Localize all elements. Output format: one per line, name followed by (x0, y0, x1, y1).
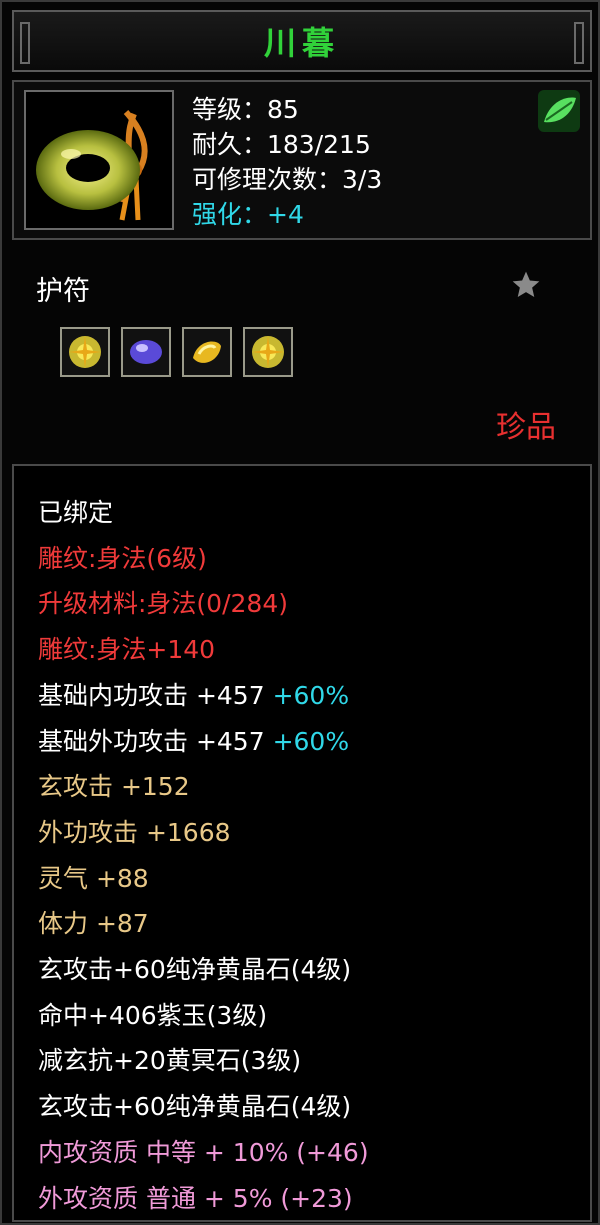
attribute-text: 基础外功攻击 +457 (38, 726, 265, 756)
attribute-text: 雕纹:身法(6级) (38, 543, 207, 573)
attribute-text: 升级材料:身法(0/284) (38, 589, 288, 619)
attribute-text: 命中+406紫玉(3级) (38, 1000, 268, 1030)
attribute-line: 已绑定 (38, 490, 590, 536)
item-stats: 等级：85 耐久：183/215 可修理次数：3/3 强化：+4 (192, 92, 382, 232)
item-summary-panel: 等级：85 耐久：183/215 可修理次数：3/3 强化：+4 (12, 80, 592, 240)
gem-slots (60, 327, 293, 377)
attribute-line: 减玄抗+20黄冥石(3级) (38, 1038, 590, 1084)
star-icon[interactable] (510, 269, 542, 301)
attribute-line: 灵气 +88 (38, 856, 590, 902)
purple-jade-gem-icon[interactable] (121, 327, 171, 377)
item-type-section: 护符 珍品 (12, 247, 592, 462)
attribute-text: 灵气 +88 (38, 863, 149, 893)
attribute-text: 雕纹:身法+140 (38, 635, 216, 665)
attribute-bonus-percent: +60% (264, 680, 350, 710)
rarity-label: 珍品 (496, 410, 556, 445)
item-icon-frame (24, 90, 174, 230)
attribute-line: 雕纹:身法+140 (38, 627, 590, 673)
green-leaf-icon (538, 90, 580, 132)
attribute-text: 体力 +87 (38, 909, 149, 939)
attribute-text: 减玄抗+20黄冥石(3级) (38, 1046, 302, 1076)
attribute-line: 玄攻击+60纯净黄晶石(4级) (38, 1084, 590, 1130)
repair-count-text: 可修理次数：3/3 (192, 165, 383, 194)
attribute-text: 已绑定 (38, 498, 114, 527)
level-text: 等级：85 (192, 95, 299, 124)
yellow-crystal-gem-icon[interactable] (243, 327, 293, 377)
item-name: 川暮 (263, 24, 340, 62)
attribute-bonus-percent: +60% (264, 726, 350, 756)
attribute-line: 雕纹:身法(6级) (38, 536, 590, 582)
attribute-text: 玄攻击+60纯净黄晶石(4级) (38, 1092, 352, 1122)
durability-text: 耐久：183/215 (192, 130, 371, 159)
title-bar: 川暮 (12, 10, 592, 72)
attribute-line: 基础内功攻击 +457 +60% (38, 673, 590, 719)
jade-ring-icon (36, 109, 148, 221)
enhance-text: 强化：+4 (192, 200, 304, 229)
attribute-line: 命中+406紫玉(3级) (38, 993, 590, 1039)
attribute-line: 玄攻击+60纯净黄晶石(4级) (38, 947, 590, 993)
item-type: 护符 (36, 276, 90, 307)
attribute-text: 外功攻击 +1668 (38, 817, 231, 847)
attribute-text: 内攻资质 中等 + 10% (+46) (38, 1137, 369, 1167)
attribute-line: 基础外功攻击 +457 +60% (38, 719, 590, 765)
attribute-line: 外攻资质 普通 + 5% (+23) (38, 1176, 590, 1222)
attribute-text: 基础内功攻击 +457 (38, 680, 265, 710)
yellow-crystal-gem-icon[interactable] (60, 327, 110, 377)
attribute-text: 外攻资质 普通 + 5% (+23) (38, 1183, 353, 1213)
item-tooltip: 川暮 等级：85 耐久：183/215 可修理次数：3/3 强化：+4 护符 珍… (0, 0, 600, 1225)
attribute-list: 已绑定雕纹:身法(6级) 升级材料:身法(0/284) 雕纹:身法+140 基础内功攻… (12, 464, 592, 1222)
attribute-line: 体力 +87 (38, 901, 590, 947)
attribute-line: 玄攻击 +152 (38, 764, 590, 810)
attribute-text: 玄攻击 +152 (38, 772, 190, 802)
attribute-line: 内攻资质 中等 + 10% (+46) (38, 1130, 590, 1176)
attribute-text: 玄攻击+60纯净黄晶石(4级) (38, 955, 352, 985)
gold-stone-gem-icon[interactable] (182, 327, 232, 377)
attribute-line: 升级材料:身法(0/284) (38, 581, 590, 627)
attribute-line: 外功攻击 +1668 (38, 810, 590, 856)
